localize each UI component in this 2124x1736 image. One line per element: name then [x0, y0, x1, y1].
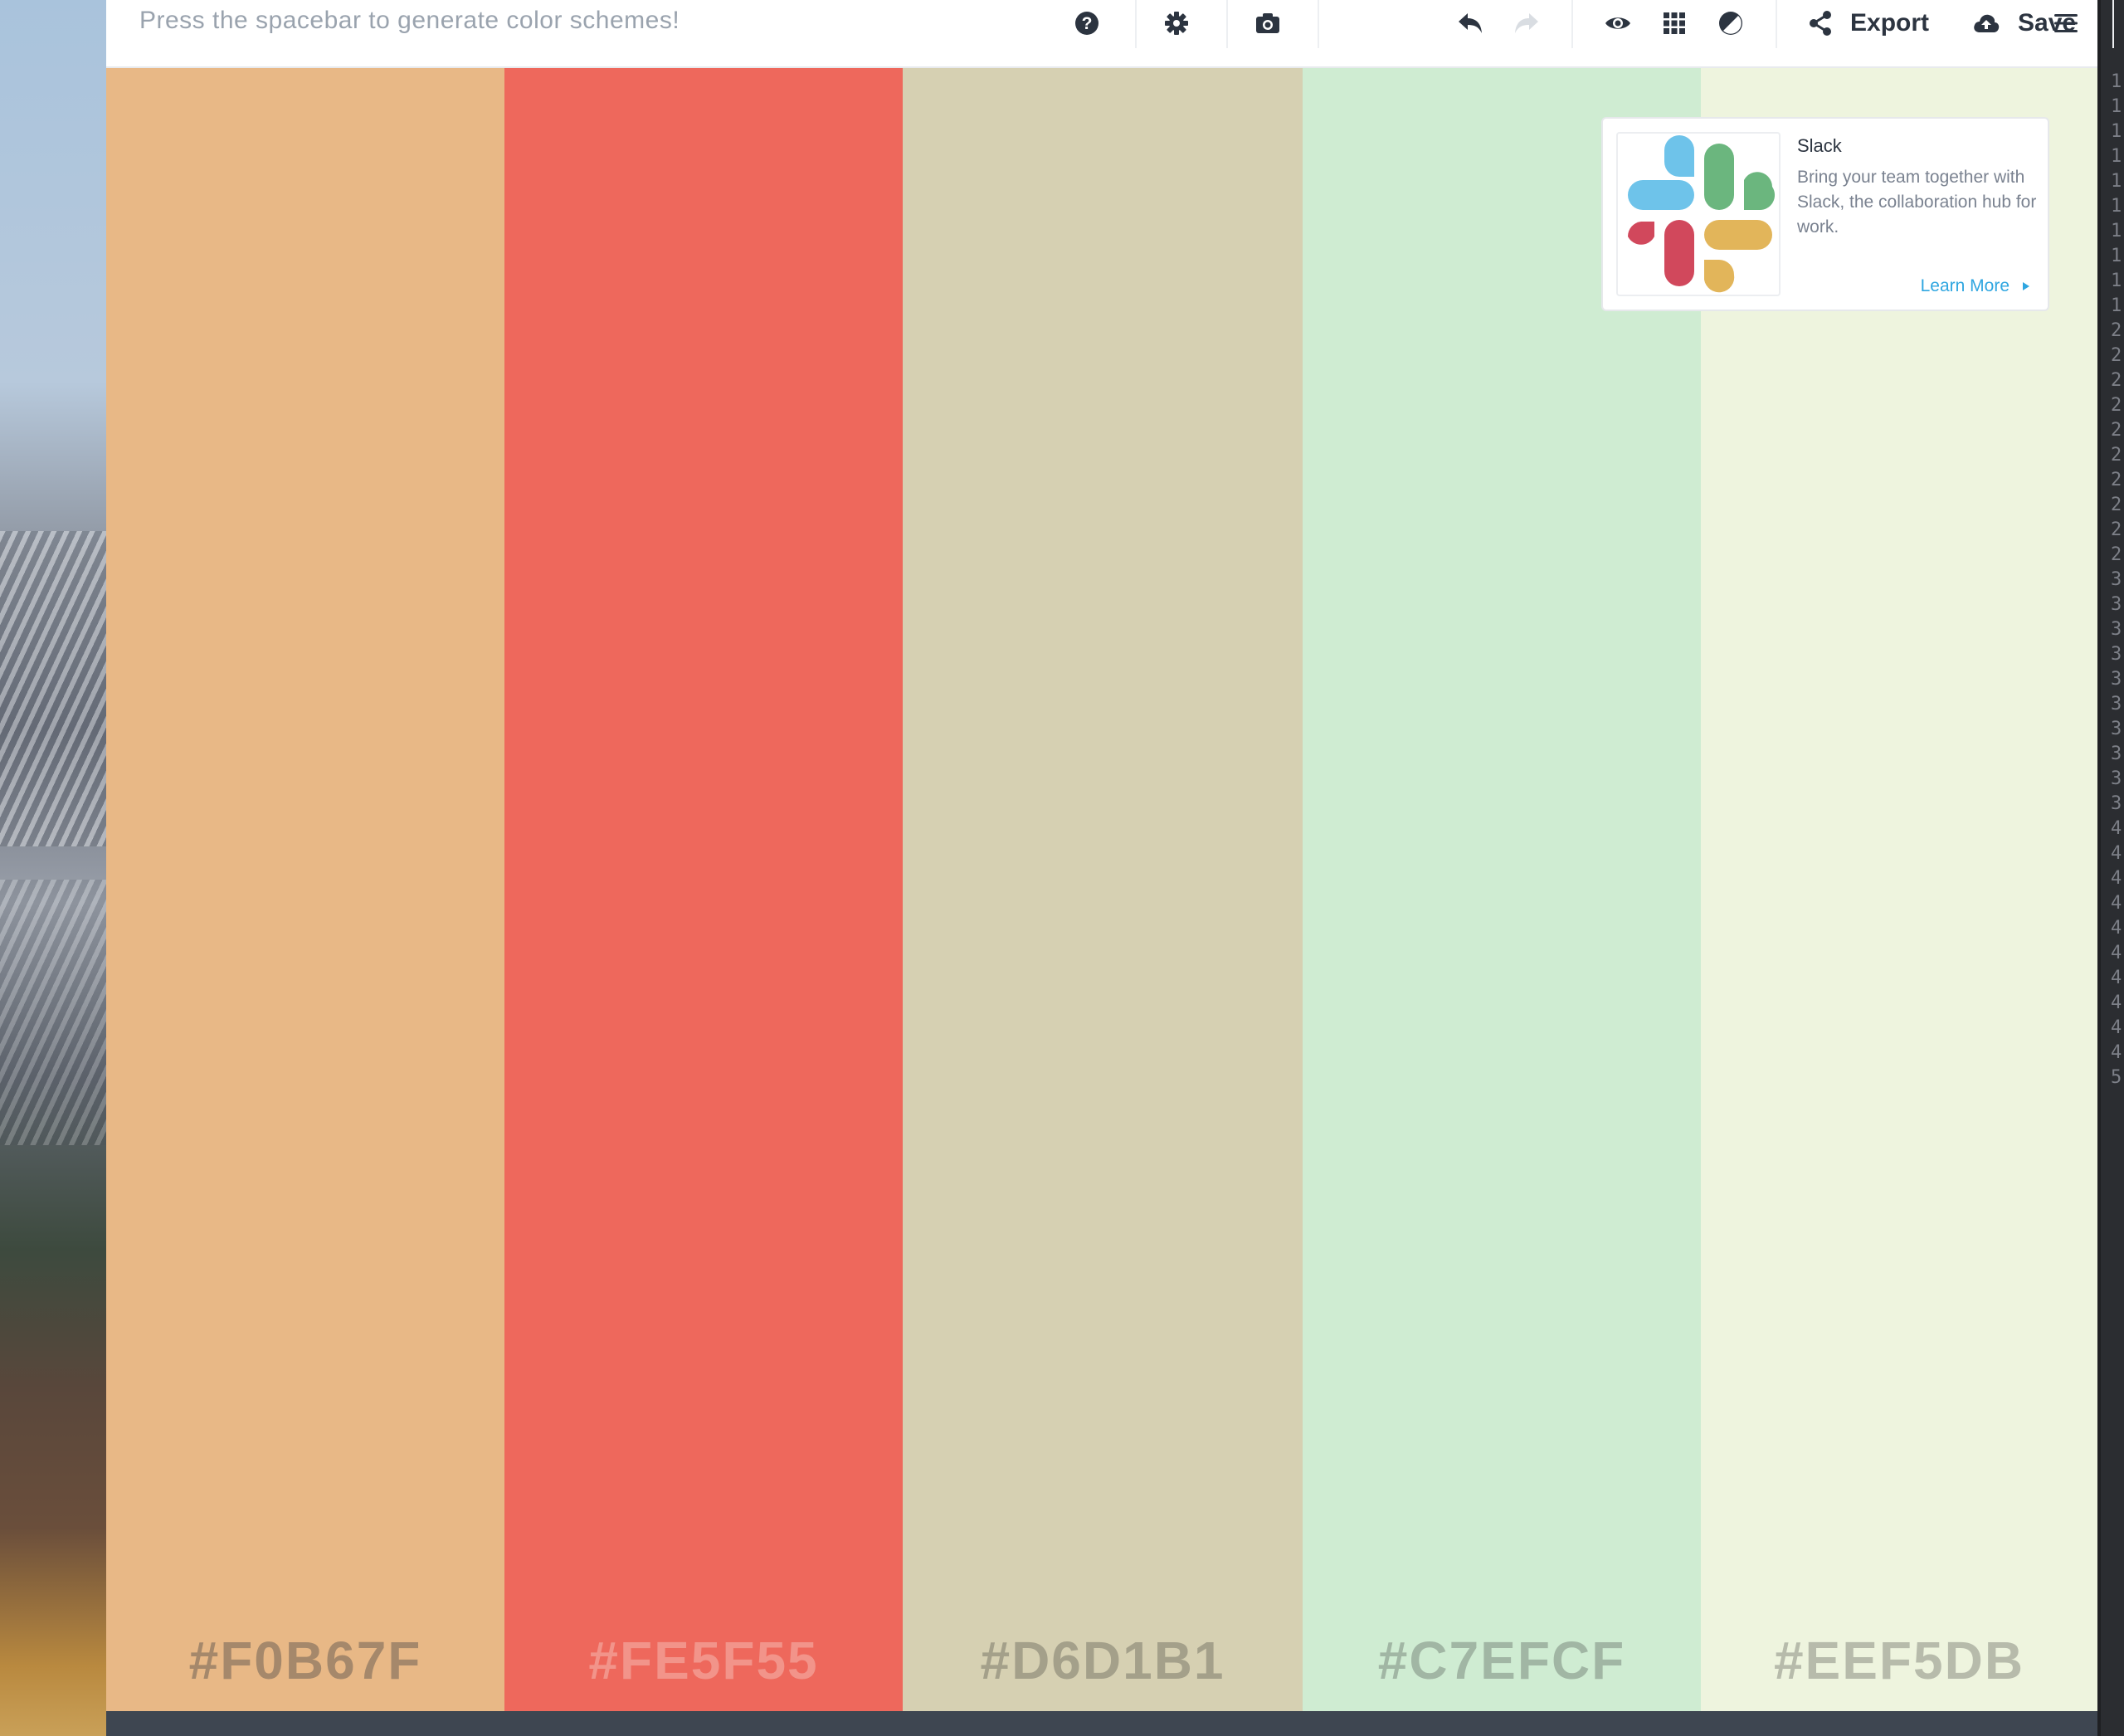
- footer-bar: [106, 1711, 2097, 1736]
- editor-line-number: 2: [2111, 544, 2122, 565]
- cloud-upload-icon: [1974, 14, 2000, 32]
- menu-button[interactable]: [2049, 5, 2083, 41]
- editor-line-number: 1: [2111, 71, 2122, 92]
- editor-line-number: 1: [2111, 271, 2122, 291]
- editor-line-number: 2: [2111, 420, 2122, 441]
- undo-icon: [1459, 13, 1482, 33]
- editor-line-number: 2: [2111, 320, 2122, 341]
- editor-line-number: 1: [2111, 121, 2122, 142]
- editor-line-number: 3: [2111, 793, 2122, 814]
- menu-icon: [2054, 14, 2078, 32]
- toolbar-divider: [1318, 0, 1319, 48]
- editor-line-number: 2: [2111, 470, 2122, 490]
- screenshot-button[interactable]: [1251, 5, 1284, 41]
- undo-button[interactable]: [1454, 5, 1487, 41]
- toolbar-divider: [1226, 0, 1228, 48]
- toolbar-divider: [1776, 0, 1777, 48]
- editor-line-number: 4: [2111, 1017, 2122, 1038]
- settings-button[interactable]: [1160, 5, 1193, 41]
- editor-line-number: 4: [2111, 868, 2122, 889]
- editor-line-number: 4: [2111, 992, 2122, 1013]
- toolbar-divider: [1571, 0, 1573, 48]
- toolbar-divider: [1135, 0, 1137, 48]
- background-editor-window: 1 1 1 1 1 1 1 1 1 1 2 2 2 2 2 2 2 2 2 2 3 3 3 3 3 3 3 3 3 3 4 4 4 4 4 4 4 4 4 4…: [2097, 0, 2124, 1736]
- editor-line-number: 3: [2111, 694, 2122, 714]
- ad-title: Slack: [1797, 135, 1842, 156]
- editor-line-number: 3: [2111, 619, 2122, 640]
- contrast-icon: [1719, 12, 1742, 35]
- redo-button[interactable]: [1510, 5, 1543, 41]
- ad-description: Bring your team together with Slack, the…: [1797, 168, 2037, 237]
- help-icon: ?: [1075, 12, 1099, 35]
- wallpaper-mountain-rock: [0, 880, 106, 1145]
- editor-line-number: 2: [2111, 345, 2122, 366]
- slack-logo: [1616, 132, 1781, 296]
- editor-line-number: 2: [2111, 370, 2122, 391]
- editor-line-number: 1: [2111, 171, 2122, 192]
- learn-more-link[interactable]: Learn More: [1921, 276, 2031, 296]
- help-button[interactable]: ?: [1070, 5, 1103, 41]
- editor-line-number: 3: [2111, 768, 2122, 789]
- hex-code-label[interactable]: #EEF5DB: [1701, 1630, 2097, 1691]
- editor-line-number: 4: [2111, 968, 2122, 988]
- toolbar: Press the spacebar to generate color sch…: [106, 0, 2114, 68]
- color-swatch[interactable]: #EEF5DB: [1701, 68, 2097, 1711]
- editor-line-number: 2: [2111, 495, 2122, 515]
- editor-line-number: 3: [2111, 644, 2122, 665]
- camera-icon: [1256, 13, 1279, 33]
- editor-line-number: 1: [2111, 221, 2122, 241]
- palette-generator-window: Press the spacebar to generate color sch…: [106, 0, 2114, 1736]
- editor-line-number: 4: [2111, 843, 2122, 864]
- grid-button[interactable]: [1658, 5, 1691, 41]
- editor-line-number: 4: [2111, 818, 2122, 839]
- slack-logo-icon: [1627, 135, 1776, 293]
- contrast-button[interactable]: [1714, 5, 1747, 41]
- svg-text:?: ?: [1082, 14, 1093, 33]
- redo-icon: [1515, 13, 1538, 33]
- editor-line-number: 3: [2111, 569, 2122, 590]
- editor-line-number: 5: [2111, 1067, 2122, 1088]
- color-swatch[interactable]: #D6D1B1: [903, 68, 1303, 1711]
- learn-more-label: Learn More: [1920, 276, 2010, 295]
- editor-line-number: 1: [2111, 295, 2122, 316]
- view-button[interactable]: [1601, 5, 1634, 41]
- hex-code-label[interactable]: #D6D1B1: [903, 1630, 1303, 1691]
- grid-icon: [1664, 12, 1685, 34]
- settings-icon: [1165, 12, 1188, 35]
- sponsored-ad-card[interactable]: Slack Bring your team together with Slac…: [1601, 117, 2049, 311]
- hex-code-label[interactable]: #C7EFCF: [1303, 1630, 1701, 1691]
- export-button[interactable]: Export: [1809, 5, 1950, 41]
- share-icon: [1810, 11, 1831, 36]
- editor-line-number: 2: [2111, 519, 2122, 540]
- editor-line-number: 3: [2111, 744, 2122, 764]
- hex-code-label[interactable]: #FE5F55: [504, 1630, 903, 1691]
- editor-line-number: 1: [2111, 146, 2122, 167]
- editor-line-number: 1: [2111, 96, 2122, 117]
- scroll-gutter: [2097, 0, 2101, 1736]
- color-swatch[interactable]: #F0B67F: [106, 68, 504, 1711]
- spacebar-hint: Press the spacebar to generate color sch…: [139, 7, 680, 34]
- editor-line-number: 3: [2111, 669, 2122, 690]
- desktop-wallpaper: [0, 0, 106, 1736]
- color-swatch[interactable]: #FE5F55: [504, 68, 903, 1711]
- color-palette: #F0B67F #FE5F55 #D6D1B1 #C7EFCF #EEF5DB: [106, 68, 2097, 1711]
- color-swatch[interactable]: #C7EFCF: [1303, 68, 1701, 1711]
- caret-right-icon: [2023, 282, 2029, 290]
- view-icon: [1605, 17, 1630, 29]
- editor-line-number: 4: [2111, 918, 2122, 939]
- editor-line-number: 3: [2111, 594, 2122, 615]
- export-label: Export: [1850, 9, 1930, 37]
- editor-line-number: 4: [2111, 893, 2122, 914]
- editor-line-number: 4: [2111, 943, 2122, 963]
- hex-code-label[interactable]: #F0B67F: [106, 1630, 504, 1691]
- editor-line-number: 2: [2111, 395, 2122, 416]
- editor-line-number: 1: [2111, 196, 2122, 217]
- editor-line-number: 4: [2111, 1042, 2122, 1063]
- editor-line-number: 2: [2111, 445, 2122, 466]
- toolbar-divider: [2112, 0, 2114, 48]
- editor-line-number: 3: [2111, 719, 2122, 739]
- wallpaper-mountain-snow: [0, 531, 106, 846]
- editor-line-number: 1: [2111, 246, 2122, 266]
